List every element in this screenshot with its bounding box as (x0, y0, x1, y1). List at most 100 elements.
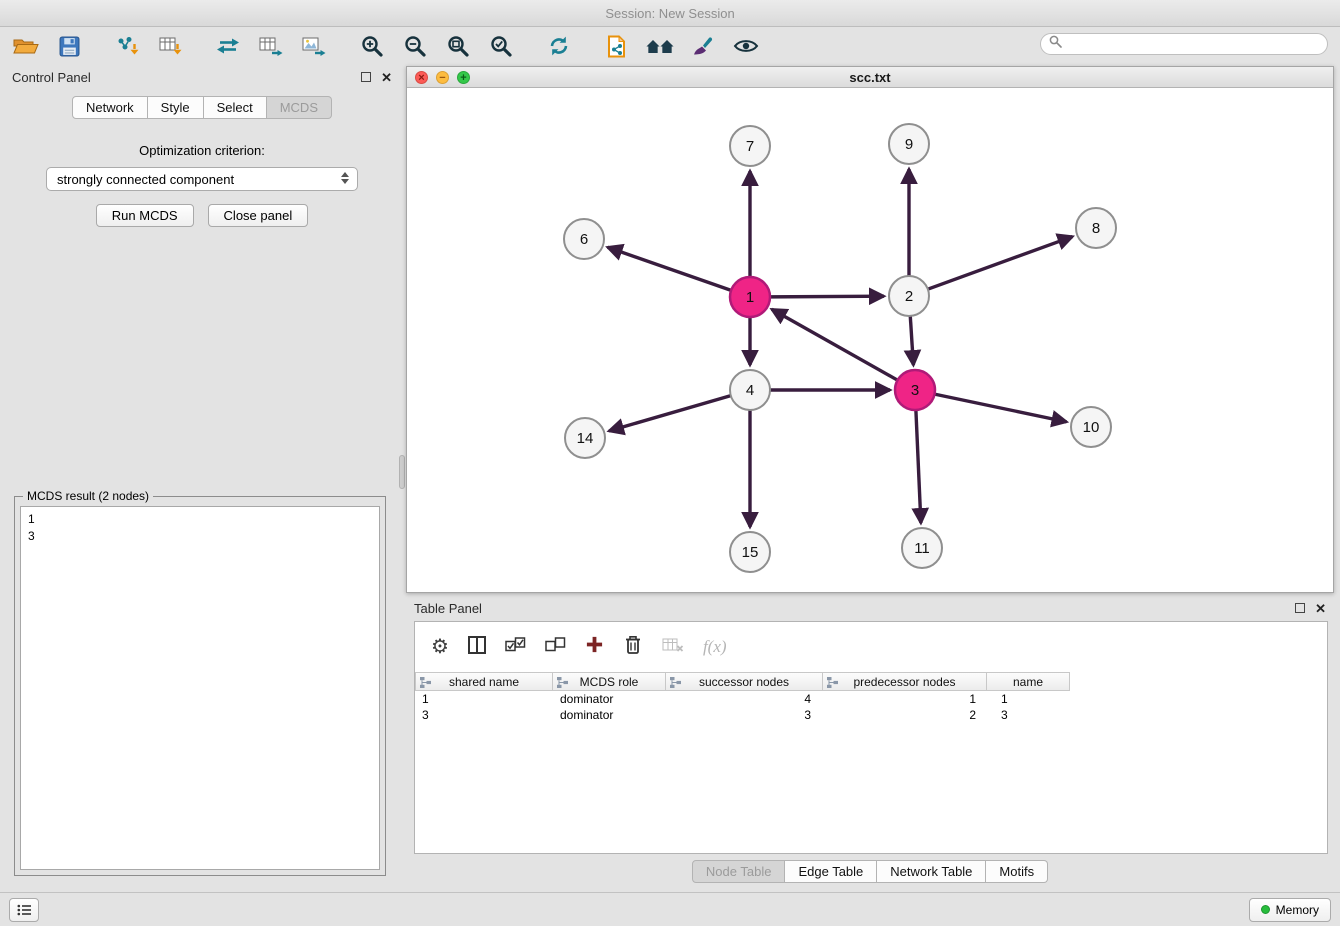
search-input[interactable] (1067, 37, 1319, 51)
deselect-all-columns-icon[interactable] (545, 637, 566, 657)
export-table-icon[interactable] (257, 33, 285, 59)
graph-edge-2-8[interactable] (928, 237, 1073, 290)
close-table-panel-icon[interactable]: ✕ (1315, 602, 1326, 615)
table-header-row: shared name MCDS role successor nodes pr… (415, 672, 1327, 691)
tab-motifs[interactable]: Motifs (986, 860, 1048, 883)
tab-mcds[interactable]: MCDS (267, 96, 332, 119)
tab-edge-table[interactable]: Edge Table (785, 860, 877, 883)
window-title: Session: New Session (605, 6, 734, 21)
style-brush-icon[interactable] (689, 33, 717, 59)
column-header-mcds-role[interactable]: MCDS role (552, 672, 666, 691)
graph-node-label-8: 8 (1092, 220, 1100, 237)
zoom-in-icon[interactable] (358, 33, 386, 59)
memory-status-dot-icon (1261, 905, 1270, 914)
cell-name: 3 (990, 708, 1074, 722)
close-window-icon[interactable]: × (415, 71, 428, 84)
graph-edge-1-2[interactable] (770, 296, 884, 297)
column-header-successor-nodes[interactable]: successor nodes (665, 672, 823, 691)
graph-node-label-1: 1 (746, 289, 754, 306)
task-history-button[interactable] (9, 898, 39, 922)
mcds-result-title: MCDS result (2 nodes) (23, 489, 153, 503)
table-row[interactable]: 3 dominator 3 2 3 (415, 707, 1327, 723)
vertical-splitter-handle[interactable] (399, 455, 405, 489)
network-graph[interactable]: 1234678910111415 (407, 88, 1333, 592)
memory-button[interactable]: Memory (1249, 898, 1331, 922)
table-row[interactable]: 1 dominator 4 1 1 (415, 691, 1327, 707)
graph-edge-2-3[interactable] (910, 316, 913, 365)
table-panel-tabs: Node Table Edge Table Network Table Moti… (406, 860, 1334, 883)
select-all-columns-icon[interactable] (505, 637, 526, 657)
tab-node-table[interactable]: Node Table (692, 860, 786, 883)
network-window-titlebar[interactable]: × − + scc.txt (407, 67, 1333, 88)
control-panel-title: Control Panel (12, 70, 91, 85)
table-settings-gear-icon[interactable]: ⚙ (431, 637, 449, 657)
create-column-icon[interactable] (585, 635, 604, 659)
graph-edge-4-14[interactable] (609, 396, 731, 431)
network-window-title: scc.txt (849, 70, 890, 85)
control-panel-header: Control Panel ✕ (4, 66, 400, 88)
tab-select[interactable]: Select (204, 96, 267, 119)
graph-node-label-7: 7 (746, 138, 754, 155)
close-panel-button[interactable]: Close panel (208, 204, 309, 227)
network-document-icon[interactable] (603, 33, 631, 59)
delete-column-trash-icon[interactable] (623, 634, 643, 660)
column-header-shared-name[interactable]: shared name (415, 672, 553, 691)
graph-node-label-3: 3 (911, 382, 919, 399)
close-panel-icon[interactable]: ✕ (381, 71, 392, 84)
control-panel: Control Panel ✕ Network Style Select MCD… (4, 66, 400, 890)
delete-table-icon-disabled (662, 637, 684, 658)
criterion-dropdown[interactable]: strongly connected component (46, 167, 358, 191)
node-table-container: ⚙ (414, 621, 1328, 854)
graph-node-label-15: 15 (742, 544, 759, 561)
mcds-result-value: 1 (28, 511, 372, 528)
zoom-out-icon[interactable] (401, 33, 429, 59)
main-toolbar (0, 28, 1340, 64)
export-image-icon[interactable] (300, 33, 328, 59)
mcds-result-value: 3 (28, 528, 372, 545)
column-header-name[interactable]: name (986, 672, 1070, 691)
home-views-icon[interactable] (646, 33, 674, 59)
column-header-label: successor nodes (699, 675, 789, 689)
import-table-file-icon[interactable] (156, 33, 184, 59)
new-network-icon[interactable] (214, 33, 242, 59)
float-table-panel-icon[interactable] (1295, 603, 1305, 613)
cell-successor-nodes: 4 (667, 692, 825, 706)
open-session-icon[interactable] (12, 33, 40, 59)
graph-edge-3-11[interactable] (916, 410, 921, 523)
graph-node-label-14: 14 (577, 430, 594, 447)
cell-mcds-role: dominator (553, 708, 667, 722)
cell-shared-name: 1 (415, 692, 553, 706)
eye-icon[interactable] (732, 33, 760, 59)
search-field[interactable] (1040, 33, 1328, 55)
graph-edge-1-6[interactable] (608, 247, 732, 290)
zoom-fit-icon[interactable] (444, 33, 472, 59)
column-type-icon (827, 677, 838, 691)
save-session-icon[interactable] (55, 33, 83, 59)
column-header-predecessor-nodes[interactable]: predecessor nodes (822, 672, 987, 691)
dropdown-stepper-icon (341, 172, 349, 184)
float-panel-icon[interactable] (361, 72, 371, 82)
graph-node-label-2: 2 (905, 288, 913, 305)
column-header-label: predecessor nodes (853, 675, 955, 689)
window-titlebar: Session: New Session (0, 0, 1340, 27)
column-type-icon (557, 677, 568, 691)
minimize-window-icon[interactable]: − (436, 71, 449, 84)
graph-node-label-11: 11 (914, 540, 930, 557)
zoom-window-icon[interactable]: + (457, 71, 470, 84)
tab-network-table[interactable]: Network Table (877, 860, 986, 883)
network-canvas[interactable]: 1234678910111415 (407, 88, 1333, 592)
zoom-selected-icon[interactable] (487, 33, 515, 59)
show-columns-icon[interactable] (468, 636, 486, 659)
status-bar: Memory (0, 892, 1340, 926)
run-mcds-button[interactable]: Run MCDS (96, 204, 194, 227)
mcds-result-list[interactable]: 1 3 (20, 506, 380, 870)
search-icon (1049, 35, 1062, 53)
graph-edge-3-10[interactable] (935, 394, 1067, 422)
refresh-layout-icon[interactable] (545, 33, 573, 59)
tab-network[interactable]: Network (72, 96, 148, 119)
column-type-icon (670, 677, 681, 691)
tab-style[interactable]: Style (148, 96, 204, 119)
graph-edge-3-1[interactable] (772, 309, 898, 380)
table-panel-title: Table Panel (414, 601, 482, 616)
import-network-file-icon[interactable] (113, 33, 141, 59)
